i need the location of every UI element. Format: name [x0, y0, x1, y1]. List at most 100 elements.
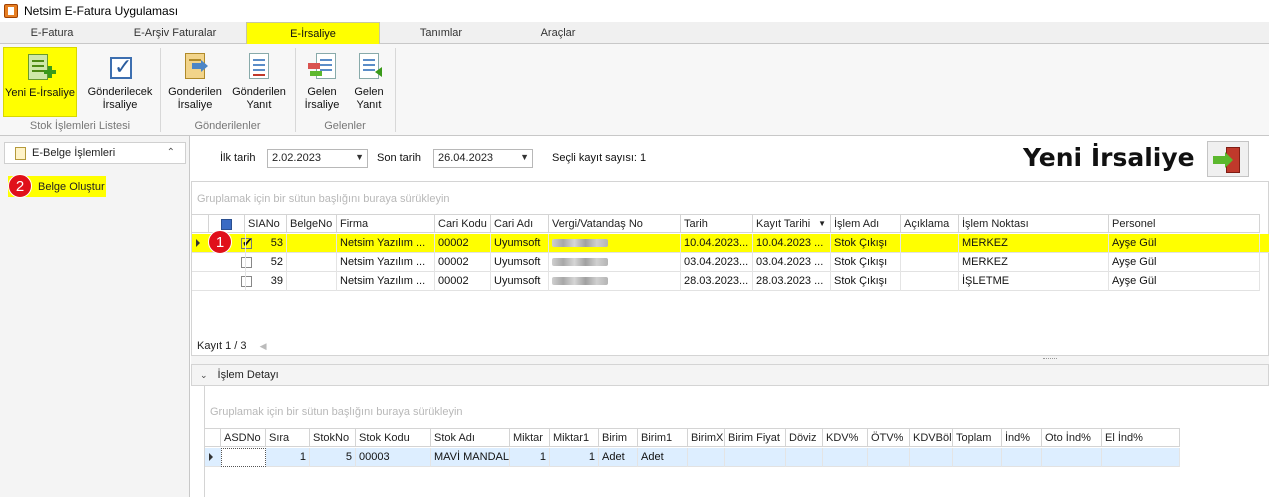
- cell-kdv: [823, 448, 868, 467]
- cell-doviz: [786, 448, 823, 467]
- col-header-stok-kodu[interactable]: Stok Kodu: [356, 429, 431, 447]
- cell-kayit-tarihi: 10.04.2023 ...: [753, 234, 831, 253]
- col-header-tarih[interactable]: Tarih: [681, 215, 753, 233]
- cell-siano: 52: [245, 253, 287, 272]
- col-header-vergi-no[interactable]: Vergi/Vatandaş No: [549, 215, 681, 233]
- col-header-birim-fiyat[interactable]: Birim Fiyat: [725, 429, 786, 447]
- cell-cari-kodu: 00002: [435, 253, 491, 272]
- group-label-stok-islemleri: Stok İşlemleri Listesi: [29, 120, 131, 132]
- col-header-birimx[interactable]: BirimX: [688, 429, 725, 447]
- chevron-down-icon[interactable]: ⌄: [200, 370, 208, 381]
- tab-e-fatura[interactable]: E-Fatura: [0, 22, 104, 44]
- cell-tarih: 10.04.2023...: [681, 234, 753, 253]
- tab-e-irsaliye[interactable]: E-İrsaliye: [246, 22, 380, 44]
- gonderilen-irsaliye-button[interactable]: Gonderilen İrsaliye: [166, 47, 224, 117]
- col-header-otv[interactable]: ÖTV%: [868, 429, 910, 447]
- cell-miktar1: 1: [550, 448, 599, 467]
- cell-el-ind: [1102, 448, 1180, 467]
- cell-firma: Netsim Yazılım ...: [337, 234, 435, 253]
- col-header-belgeno[interactable]: BelgeNo: [287, 215, 337, 233]
- gonderilen-irsaliye-label-2: İrsaliye: [177, 99, 213, 111]
- table-row[interactable]: 52 Netsim Yazılım ... 00002 Uyumsoft 03.…: [192, 253, 1260, 272]
- cell-ind: [1002, 448, 1042, 467]
- tab-e-arsiv-faturalar[interactable]: E-Arşiv Faturalar: [104, 22, 246, 44]
- cell-islem-noktasi: MERKEZ: [959, 234, 1109, 253]
- e-belge-islemleri-header[interactable]: E-Belge İşlemleri ⌃: [4, 142, 186, 164]
- col-header-toplam[interactable]: Toplam: [953, 429, 1002, 447]
- col-header-kdv[interactable]: KDV%: [823, 429, 868, 447]
- col-header-sira[interactable]: Sıra: [266, 429, 310, 447]
- cell-birim1: Adet: [638, 448, 688, 467]
- gonderilen-yanit-button[interactable]: Gönderilen Yanıt: [228, 47, 290, 117]
- prev-record-icon[interactable]: ◀: [260, 341, 267, 351]
- start-date-label: İlk tarih: [220, 152, 256, 164]
- yeni-e-irsaliye-label: Yeni E-İrsaliye: [5, 87, 75, 99]
- cell-cari-kodu: 00002: [435, 272, 491, 291]
- cell-islem-adi: Stok Çıkışı: [831, 253, 901, 272]
- table-row[interactable]: 39 Netsim Yazılım ... 00002 Uyumsoft 28.…: [192, 272, 1260, 291]
- end-date-picker[interactable]: 26.04.2023 ▼: [433, 149, 533, 168]
- col-header-kayit-tarihi[interactable]: Kayıt Tarihi ▼: [753, 215, 831, 233]
- row-indicator-icon: [209, 453, 213, 461]
- gonderilecek-label-1: Gönderilecek: [87, 86, 153, 98]
- annotation-badge-1: 1: [208, 230, 232, 254]
- filter-bar: İlk tarih 2.02.2023 ▼ Son tarih 26.04.20…: [191, 138, 1269, 180]
- exit-button[interactable]: [1207, 141, 1249, 177]
- detail-group-by-hint: Gruplamak için bir sütun başlığını buray…: [210, 406, 463, 418]
- tab-tanimlar[interactable]: Tanımlar: [380, 22, 502, 44]
- gelen-yanit-button[interactable]: Gelen Yanıt: [348, 47, 390, 117]
- col-header-islem-noktasi[interactable]: İşlem Noktası: [959, 215, 1109, 233]
- col-header-islem-adi[interactable]: İşlem Adı: [831, 215, 901, 233]
- record-count: Kayıt 1 / 3: [197, 340, 247, 352]
- col-header-ind[interactable]: İnd%: [1002, 429, 1042, 447]
- table-row[interactable]: 1 5 00003 MAVİ MANDAL 1 1 Adet Adet: [205, 448, 1180, 467]
- panel-splitter[interactable]: [191, 356, 1269, 364]
- incoming-response-icon: [353, 51, 385, 85]
- cell-cari-adi: Uyumsoft: [491, 253, 549, 272]
- col-header-birim1[interactable]: Birim1: [638, 429, 688, 447]
- col-header-asdno[interactable]: ASDNo: [221, 429, 266, 447]
- cell-stokno: 5: [310, 448, 356, 467]
- tab-araclar[interactable]: Araçlar: [502, 22, 614, 44]
- cell-personel: Ayşe Gül: [1109, 253, 1260, 272]
- col-header-doviz[interactable]: Döviz: [786, 429, 823, 447]
- cell-kdvbol: [910, 448, 953, 467]
- col-header-cari-kodu[interactable]: Cari Kodu: [435, 215, 491, 233]
- cell-islem-adi: Stok Çıkışı: [831, 234, 901, 253]
- col-header-miktar[interactable]: Miktar: [510, 429, 550, 447]
- col-header-siano[interactable]: SIANo: [245, 215, 287, 233]
- clipboard-icon: [15, 146, 26, 160]
- irsaliye-grid: Gruplamak için bir sütun başlığını buray…: [191, 181, 1269, 356]
- cell-belgeno: [287, 253, 337, 272]
- col-header-stokno[interactable]: StokNo: [310, 429, 356, 447]
- cell-islem-adi: Stok Çıkışı: [831, 272, 901, 291]
- col-header-aciklama[interactable]: Açıklama: [901, 215, 959, 233]
- selected-count: Seçli kayıt sayısı: 1: [552, 152, 647, 164]
- yeni-e-irsaliye-button[interactable]: Yeni E-İrsaliye: [3, 47, 77, 117]
- select-all-checkbox[interactable]: [221, 219, 232, 230]
- gonderilecek-irsaliye-button[interactable]: ✓ Gönderilecek İrsaliye: [82, 47, 158, 117]
- col-header-el-ind[interactable]: El İnd%: [1102, 429, 1180, 447]
- col-header-kdvbol[interactable]: KDVBöl: [910, 429, 953, 447]
- cell-siano: 53: [245, 234, 287, 253]
- dropdown-arrow-icon[interactable]: ▼: [355, 152, 364, 162]
- end-date-label: Son tarih: [377, 152, 422, 164]
- cell-asdno[interactable]: [221, 448, 266, 467]
- cell-birim: Adet: [599, 448, 638, 467]
- start-date-picker[interactable]: 2.02.2023 ▼: [267, 149, 368, 168]
- col-header-personel[interactable]: Personel: [1109, 215, 1260, 233]
- col-header-oto-ind[interactable]: Oto İnd%: [1042, 429, 1102, 447]
- col-header-firma[interactable]: Firma: [337, 215, 435, 233]
- col-header-stok-adi[interactable]: Stok Adı: [431, 429, 510, 447]
- table-row[interactable]: 53 Netsim Yazılım ... 00002 Uyumsoft 10.…: [192, 234, 1269, 253]
- col-header-birim[interactable]: Birim: [599, 429, 638, 447]
- record-navigator: Kayıt 1 / 3 ◀: [197, 340, 267, 352]
- cell-cari-kodu: 00002: [435, 234, 491, 253]
- dropdown-arrow-icon[interactable]: ▼: [520, 152, 529, 162]
- islem-detayi-header[interactable]: ⌄ İşlem Detayı: [191, 364, 1269, 386]
- col-header-cari-adi[interactable]: Cari Adı: [491, 215, 549, 233]
- gelen-irsaliye-button[interactable]: Gelen İrsaliye: [300, 47, 344, 117]
- cell-personel: Ayşe Gül: [1109, 272, 1260, 291]
- col-header-miktar1[interactable]: Miktar1: [550, 429, 599, 447]
- chevron-up-icon[interactable]: ⌃: [167, 147, 175, 158]
